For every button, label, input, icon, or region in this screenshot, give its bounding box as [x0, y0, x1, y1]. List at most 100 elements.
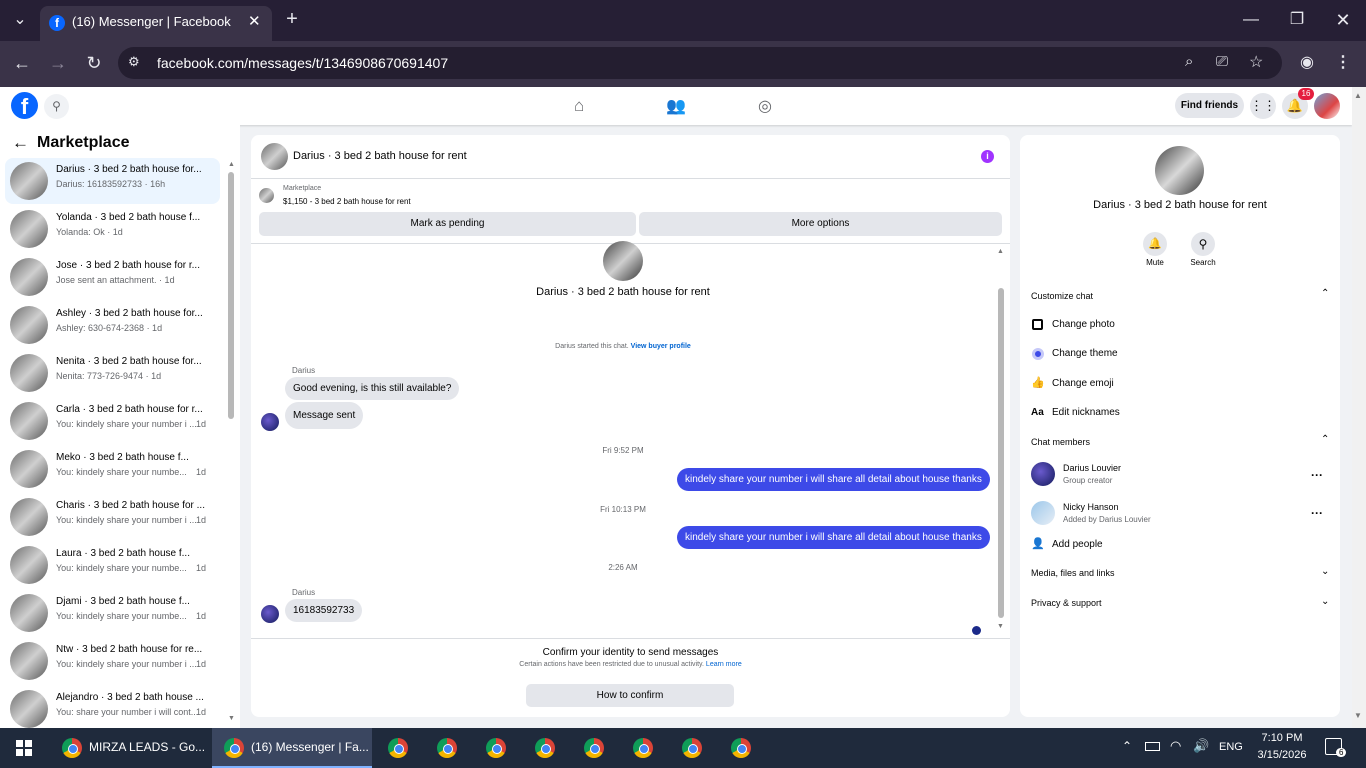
search-chat-button[interactable]: ⚲ [1191, 232, 1215, 256]
chrome-icon[interactable] [633, 738, 653, 758]
close-tab-icon[interactable]: ✕ [248, 12, 261, 30]
back-arrow-icon[interactable]: ← [12, 133, 29, 153]
tab-search-icon[interactable]: ⌄ [10, 10, 30, 30]
chevron-up-icon[interactable]: ⌃ [1321, 434, 1329, 445]
reload-icon[interactable]: ↻ [84, 53, 104, 73]
taskbar-app-messenger[interactable]: (16) Messenger | Fa... [212, 728, 372, 768]
incoming-message[interactable]: Message sent [285, 402, 364, 429]
chrome-icon[interactable] [437, 738, 457, 758]
site-info-icon[interactable]: ⚙ [128, 54, 140, 70]
bookmark-star-icon[interactable]: ☆ [1249, 52, 1263, 72]
wifi-icon[interactable]: ◠ [1170, 738, 1181, 754]
incoming-message[interactable]: 16183592733 [285, 599, 363, 622]
privacy-support-header[interactable]: Privacy & support [1031, 598, 1102, 608]
outgoing-message[interactable]: kindely share your number i will share a… [677, 526, 990, 549]
sender-avatar[interactable] [261, 413, 279, 431]
member-avatar[interactable] [1031, 501, 1055, 525]
media-files-header[interactable]: Media, files and links [1031, 568, 1115, 578]
minimize-icon[interactable]: — [1241, 10, 1261, 30]
address-bar[interactable]: ⚙ facebook.com/messages/t/13469086706914… [118, 47, 1282, 79]
profile-avatar[interactable] [603, 241, 643, 281]
taskbar-app-chrome[interactable]: MIRZA LEADS - Go... [50, 728, 210, 768]
chevron-up-icon[interactable]: ⌃ [1321, 288, 1329, 299]
chevron-down-icon[interactable]: ⌄ [1321, 566, 1329, 577]
chrome-icon[interactable] [682, 738, 702, 758]
chrome-icon[interactable] [535, 738, 555, 758]
chat-members-header[interactable]: Chat members [1031, 437, 1090, 447]
facebook-logo-icon[interactable]: f [11, 92, 38, 119]
chat-scrollbar[interactable]: ▲ ▼ [996, 248, 1006, 634]
find-friends-button[interactable]: Find friends [1175, 93, 1244, 118]
conversation-item[interactable]: Laura · 3 bed 2 bath house f... You: kind… [5, 542, 220, 588]
member-name[interactable]: Nicky Hanson [1063, 502, 1119, 512]
menu-grid-icon[interactable]: ⋮⋮ [1250, 93, 1276, 119]
learn-more-link[interactable]: Learn more [706, 661, 742, 668]
battery-icon[interactable] [1145, 742, 1160, 751]
conversation-item[interactable]: Darius · 3 bed 2 bath house for... Darius… [5, 158, 220, 204]
chat-header-avatar[interactable] [261, 143, 288, 170]
conversation-item[interactable]: Nenita · 3 bed 2 bath house for... Nenita… [5, 350, 220, 396]
edit-nicknames-item[interactable]: Edit nicknames [1052, 407, 1120, 418]
chrome-icon[interactable] [388, 738, 408, 758]
conversation-item[interactable]: Ntw · 3 bed 2 bath house for re... You: k… [5, 638, 220, 684]
change-photo-item[interactable]: Change photo [1052, 319, 1115, 330]
browser-menu-icon[interactable]: ⋮ [1333, 53, 1353, 73]
close-window-icon[interactable]: ✕ [1333, 10, 1353, 30]
search-icon[interactable]: ⚲ [44, 94, 69, 119]
conversation-item[interactable]: Ashley · 3 bed 2 bath house for... Ashley… [5, 302, 220, 348]
mark-pending-button[interactable]: Mark as pending [259, 212, 636, 236]
friends-icon[interactable]: 👥 [666, 96, 686, 116]
change-emoji-item[interactable]: Change emoji [1052, 378, 1114, 389]
conversation-item[interactable]: Charis · 3 bed 2 bath house for ... You: … [5, 494, 220, 540]
install-app-icon[interactable]: ⎚ [1216, 53, 1228, 70]
volume-icon[interactable]: 🔊 [1193, 738, 1209, 754]
info-avatar[interactable] [1155, 146, 1204, 195]
outgoing-message[interactable]: kindely share your number i will share a… [677, 468, 990, 491]
windows-start-icon[interactable] [16, 740, 32, 756]
profile-icon[interactable]: ◉ [1297, 53, 1317, 73]
home-icon[interactable]: ⌂ [574, 96, 584, 116]
more-icon[interactable]: ··· [1311, 506, 1323, 520]
more-icon[interactable]: ··· [1311, 468, 1323, 482]
tray-chevron-icon[interactable]: ⌃ [1122, 739, 1132, 753]
add-people-item[interactable]: Add people [1052, 539, 1103, 550]
clock-date[interactable]: 3/15/2026 [1250, 749, 1314, 761]
view-buyer-link[interactable]: View buyer profile [631, 343, 691, 350]
restore-icon[interactable]: ❐ [1287, 10, 1307, 30]
forward-icon[interactable]: → [48, 53, 68, 73]
back-icon[interactable]: ← [12, 53, 32, 73]
listing-price[interactable]: $1,150 - 3 bed 2 bath house for rent [283, 197, 411, 206]
chevron-down-icon[interactable]: ⌄ [1321, 596, 1329, 607]
conversation-item[interactable]: Yolanda · 3 bed 2 bath house f... Yolanda… [5, 206, 220, 252]
new-tab-button[interactable]: + [282, 9, 302, 29]
language-indicator[interactable]: ENG [1219, 741, 1243, 753]
chrome-icon[interactable] [731, 738, 751, 758]
listing-thumbnail[interactable] [259, 188, 274, 203]
member-avatar[interactable] [1031, 462, 1055, 486]
chrome-icon[interactable] [584, 738, 604, 758]
change-theme-item[interactable]: Change theme [1052, 348, 1118, 359]
chrome-icon[interactable] [486, 738, 506, 758]
account-avatar[interactable] [1314, 93, 1340, 119]
zoom-icon[interactable]: ⌕ [1185, 53, 1193, 70]
conversation-item[interactable]: Alejandro · 3 bed 2 bath house ... You: s… [5, 686, 220, 732]
info-icon[interactable]: i [981, 150, 994, 163]
more-options-button[interactable]: More options [639, 212, 1002, 236]
sender-avatar[interactable] [261, 605, 279, 623]
groups-icon[interactable]: ◎ [758, 96, 772, 116]
how-to-confirm-button[interactable]: How to confirm [526, 684, 734, 707]
conversation-item[interactable]: Carla · 3 bed 2 bath house for r... You: … [5, 398, 220, 444]
clock-time[interactable]: 7:10 PM [1250, 732, 1314, 744]
mute-button[interactable]: 🔔 [1143, 232, 1167, 256]
sidebar-scrollbar[interactable]: ▲ ▼ [226, 161, 236, 726]
customize-chat-header[interactable]: Customize chat [1031, 291, 1093, 301]
browser-tab[interactable]: f (16) Messenger | Facebook ✕ [40, 6, 272, 41]
conversation-item[interactable]: Djami · 3 bed 2 bath house f... You: kind… [5, 590, 220, 636]
member-name[interactable]: Darius Louvier [1063, 463, 1121, 473]
customize-label: Customize chat [1031, 291, 1094, 301]
chat-title[interactable]: Darius · 3 bed 2 bath house for rent [293, 150, 467, 162]
page-scrollbar[interactable]: ▲ ▼ [1352, 87, 1366, 728]
conversation-item[interactable]: Jose · 3 bed 2 bath house for r... Jose s… [5, 254, 220, 300]
conversation-item[interactable]: Meko · 3 bed 2 bath house f... You: kinde… [5, 446, 220, 492]
incoming-message[interactable]: Good evening, is this still available? [285, 377, 460, 400]
